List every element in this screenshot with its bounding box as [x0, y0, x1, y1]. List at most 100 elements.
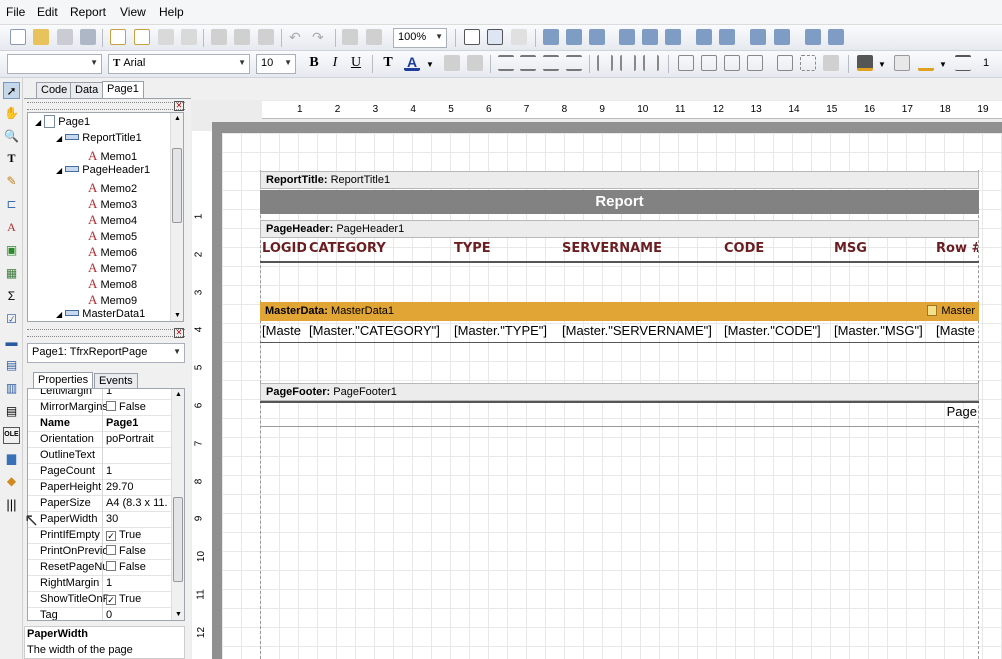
page-footer-band[interactable]: PageFooter: PageFooter1: [260, 383, 979, 401]
font-size-select[interactable]: 10 ▼: [256, 54, 296, 74]
align-to-grid-icon[interactable]: [487, 29, 503, 45]
open-folder-icon[interactable]: [33, 29, 49, 45]
align-top-icon[interactable]: [619, 29, 635, 45]
save-icon[interactable]: [57, 29, 73, 45]
style-select[interactable]: ▼: [7, 54, 102, 74]
tree-item-page[interactable]: ◢ Page1: [35, 115, 90, 128]
highlight-icon[interactable]: [444, 55, 460, 71]
cut-icon[interactable]: [211, 29, 227, 45]
frame-width-value[interactable]: 1: [983, 57, 989, 69]
center-vertical-icon[interactable]: [774, 29, 790, 45]
prop-row[interactable]: ResetPageNu False: [28, 560, 184, 576]
new-page-icon[interactable]: [110, 29, 126, 45]
frame-color-dropdown-icon[interactable]: ▼: [939, 60, 949, 76]
master-data-band[interactable]: MasterData: MasterData1 Master: [260, 302, 979, 321]
frame-top-icon[interactable]: [678, 55, 694, 71]
menu-report[interactable]: Report: [70, 5, 106, 19]
master-cell-logid[interactable]: [Maste: [262, 323, 306, 341]
center-horizontal-icon[interactable]: [750, 29, 766, 45]
ungroup-icon[interactable]: [366, 29, 382, 45]
column-header-logid[interactable]: LOGID: [262, 241, 306, 259]
tree-item-memo[interactable]: A Memo1: [88, 148, 137, 164]
prop-row[interactable]: Orientation poPortrait: [28, 432, 184, 448]
object-selector[interactable]: Page1: TfrxReportPage ▼: [27, 343, 185, 363]
valign-center-icon[interactable]: [620, 55, 636, 71]
preview-icon[interactable]: [80, 29, 96, 45]
same-width-icon[interactable]: [805, 29, 821, 45]
ole-tool-icon[interactable]: OLE: [3, 427, 20, 444]
zoom-tool-icon[interactable]: 🔍: [3, 128, 20, 145]
tree-item-memo[interactable]: A Memo7: [88, 260, 137, 276]
font-name-select[interactable]: T Arial ▼: [108, 54, 250, 74]
hand-tool-icon[interactable]: ✋: [3, 105, 20, 122]
fill-color-dropdown-icon[interactable]: ▼: [878, 60, 888, 76]
column-header-row-number[interactable]: Row #: [936, 241, 978, 259]
fit-to-grid-icon[interactable]: [511, 29, 527, 45]
text-align-left-icon[interactable]: [498, 55, 514, 71]
frame-color-icon[interactable]: [918, 55, 934, 71]
frame-bottom-icon[interactable]: [701, 55, 717, 71]
master-cell-code[interactable]: [Master."CODE"]: [724, 323, 830, 341]
column-header-servername[interactable]: SERVERNAME: [562, 241, 720, 259]
prop-row[interactable]: PrintOnPrevio False: [28, 544, 184, 560]
checkbox-tool-icon[interactable]: ☑: [3, 311, 20, 328]
tree-item-memo[interactable]: A Memo2: [88, 180, 137, 196]
menu-edit[interactable]: Edit: [37, 5, 58, 19]
frame-none-icon[interactable]: [800, 55, 816, 71]
tree-item-memo[interactable]: A Memo9: [88, 292, 137, 308]
italic-icon[interactable]: I: [327, 55, 343, 71]
rotation-icon[interactable]: [467, 55, 483, 71]
group-icon[interactable]: [342, 29, 358, 45]
tree-item-memo[interactable]: A Memo3: [88, 196, 137, 212]
redo-icon[interactable]: ↷: [312, 29, 328, 45]
shadow-icon[interactable]: [823, 55, 839, 71]
menu-view[interactable]: View: [120, 5, 146, 19]
prop-row[interactable]: PaperHeight 29.70: [28, 480, 184, 496]
tab-properties[interactable]: Properties: [33, 372, 94, 389]
report-title-memo[interactable]: Report: [260, 190, 979, 214]
tree-item-memo[interactable]: A Memo5: [88, 228, 137, 244]
paste-icon[interactable]: [258, 29, 274, 45]
tree-panel-grip[interactable]: [27, 102, 185, 110]
tree-scrollbar[interactable]: ▲ ▼: [170, 113, 183, 321]
prop-row[interactable]: Tag 0: [28, 608, 184, 620]
tab-events[interactable]: Events: [94, 373, 138, 389]
tree-item-memo[interactable]: A Memo8: [88, 276, 137, 292]
prop-row[interactable]: PaperWidth 30: [28, 512, 184, 528]
line-tool-icon[interactable]: ▬: [3, 334, 20, 351]
rich-text-icon[interactable]: ▥: [3, 380, 20, 397]
report-title-band[interactable]: ReportTitle: ReportTitle1: [260, 171, 979, 189]
delete-page-icon[interactable]: [158, 29, 174, 45]
tree-close-icon[interactable]: ✕: [174, 101, 184, 111]
text-align-right-icon[interactable]: [543, 55, 559, 71]
menu-help[interactable]: Help: [159, 5, 184, 19]
column-header-msg[interactable]: MSG: [834, 241, 934, 259]
page-header-band[interactable]: PageHeader: PageHeader1: [260, 220, 979, 238]
cross-tab-icon[interactable]: ▤: [3, 403, 20, 420]
master-cell-type[interactable]: [Master."TYPE"]: [454, 323, 558, 341]
master-cell-row-number[interactable]: [Maste: [936, 323, 978, 341]
undo-icon[interactable]: ↶: [289, 29, 305, 45]
fill-color-icon[interactable]: [857, 55, 873, 71]
menu-file[interactable]: File: [6, 5, 25, 19]
column-header-category[interactable]: CATEGORY: [309, 241, 449, 259]
tree-item-band[interactable]: ◢ PageHeader1: [56, 164, 150, 176]
page-settings-icon[interactable]: [181, 29, 197, 45]
prop-row[interactable]: OutlineText: [28, 448, 184, 464]
prop-row[interactable]: LeftMargin 1: [28, 389, 184, 400]
master-cell-category[interactable]: [Master."CATEGORY"]: [309, 323, 449, 341]
prop-row[interactable]: Name Page1: [28, 416, 184, 432]
prop-row[interactable]: RightMargin 1: [28, 576, 184, 592]
system-text-icon[interactable]: Σ: [3, 288, 20, 305]
property-scrollbar[interactable]: ▲ ▼: [171, 389, 184, 620]
column-header-code[interactable]: CODE: [724, 241, 830, 259]
valign-bottom-icon[interactable]: [643, 55, 659, 71]
show-grid-icon[interactable]: [464, 29, 480, 45]
tab-code[interactable]: Code: [36, 82, 73, 98]
tree-item-band[interactable]: ◢ MasterData1: [56, 308, 145, 320]
tree-item-memo[interactable]: A Memo6: [88, 244, 137, 260]
tree-item-band[interactable]: ◢ ReportTitle1: [56, 132, 142, 144]
same-height-icon[interactable]: [828, 29, 844, 45]
master-cell-servername[interactable]: [Master."SERVERNAME"]: [562, 323, 720, 341]
font-settings-icon[interactable]: T: [380, 55, 396, 71]
